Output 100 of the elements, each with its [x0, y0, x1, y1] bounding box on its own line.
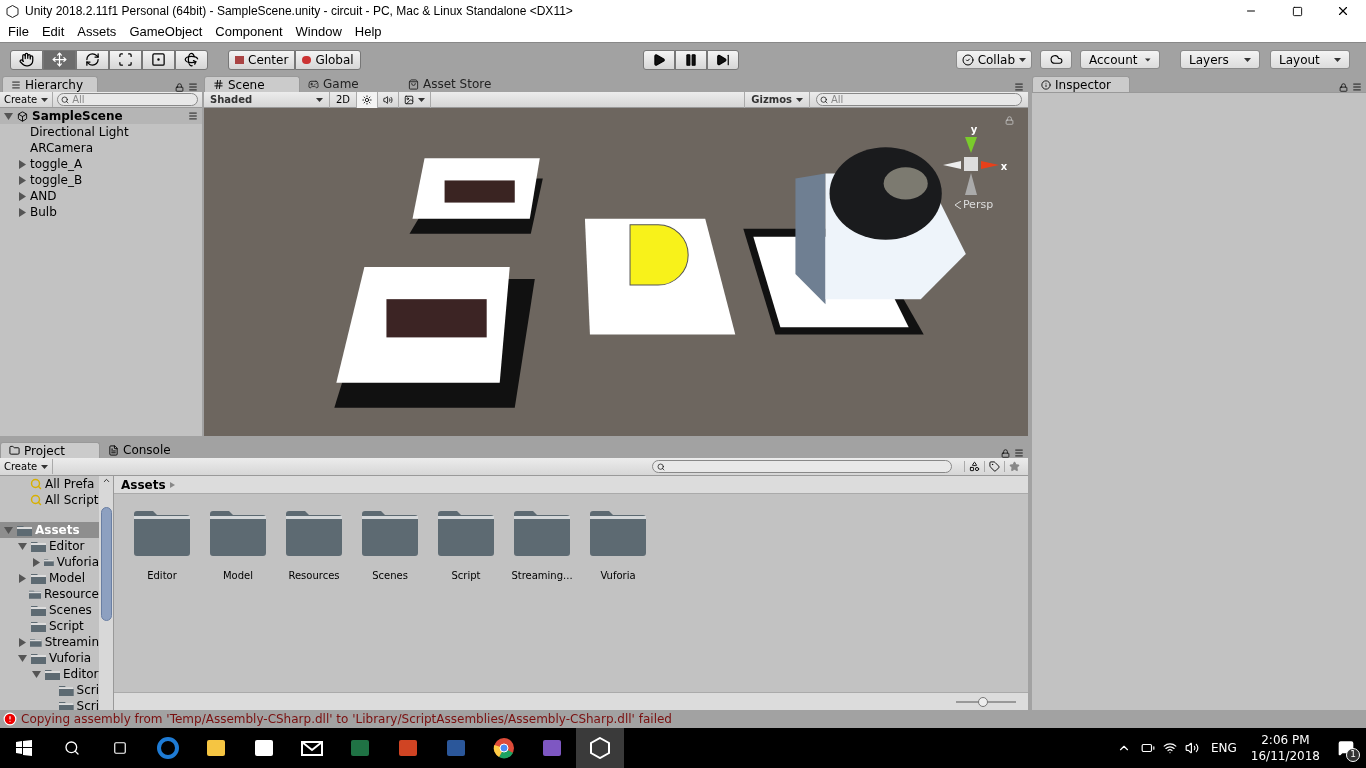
- scene-viewport[interactable]: y x Persp: [204, 108, 1028, 436]
- scale-tool-button[interactable]: [109, 49, 142, 70]
- favorite-item[interactable]: All Prefa: [45, 476, 95, 493]
- clock[interactable]: 2:06 PM 16/11/2018: [1250, 732, 1320, 764]
- panel-tab[interactable]: Project: [0, 442, 100, 458]
- panel-tab[interactable]: Asset Store: [400, 76, 500, 92]
- transform-tool-button[interactable]: [175, 49, 208, 70]
- folder-label[interactable]: Editor: [147, 568, 177, 583]
- cloud-button[interactable]: [1040, 50, 1072, 69]
- folder-label[interactable]: Vuforia: [600, 568, 636, 583]
- scene-menu-icon[interactable]: [188, 111, 198, 121]
- zoom-slider[interactable]: [956, 696, 1016, 707]
- search-field[interactable]: [652, 460, 952, 473]
- volume-icon[interactable]: [1184, 741, 1199, 755]
- folder-label[interactable]: Script: [451, 568, 481, 583]
- create-dropdown[interactable]: Create: [4, 92, 54, 107]
- hierarchy-tab[interactable]: Hierarchy: [2, 76, 98, 92]
- project-tree-item[interactable]: Scri: [0, 682, 99, 698]
- menu-item[interactable]: Edit: [35, 22, 71, 42]
- move-tool-button[interactable]: [43, 49, 76, 70]
- layout-dropdown[interactable]: Layout: [1270, 50, 1350, 69]
- collapsed-arrow-icon[interactable]: [18, 637, 27, 647]
- folder-label[interactable]: Streaming...: [511, 568, 573, 583]
- project-tree-item[interactable]: Vuforia: [0, 650, 99, 666]
- search-field[interactable]: All: [57, 93, 199, 106]
- lighting-toggle[interactable]: [357, 91, 379, 108]
- scroll-up-icon[interactable]: [101, 476, 111, 485]
- hand-tool-button[interactable]: [10, 49, 43, 70]
- lock-icon[interactable]: [1339, 82, 1348, 92]
- folder-icon[interactable]: [590, 510, 646, 556]
- project-tree-item[interactable]: Model: [0, 570, 99, 586]
- inspector-tab[interactable]: Inspector: [1032, 76, 1130, 92]
- expanded-arrow-icon[interactable]: [4, 111, 13, 121]
- input-language[interactable]: ENG: [1210, 739, 1237, 757]
- hierarchy-item[interactable]: Bulb: [30, 203, 57, 221]
- folder-label[interactable]: Model: [223, 568, 253, 583]
- folder-icon[interactable]: [134, 510, 190, 556]
- gizmos-dropdown[interactable]: Gizmos: [744, 91, 810, 108]
- layers-dropdown[interactable]: Layers: [1180, 50, 1260, 69]
- rect-tool-button[interactable]: [142, 49, 175, 70]
- menu-item[interactable]: Help: [348, 22, 388, 42]
- lock-icon[interactable]: [175, 82, 184, 92]
- menu-item[interactable]: Assets: [71, 22, 123, 42]
- status-message[interactable]: Copying assembly from 'Temp/Assembly-CSharp.dll' to 'Library/ScriptAssemblies/Assembly-CSharp.dll' failed: [21, 710, 672, 728]
- lock-icon[interactable]: [1005, 116, 1014, 125]
- projection-label[interactable]: Persp: [962, 197, 994, 214]
- hierarchy-item[interactable]: Directional Light: [30, 123, 129, 141]
- scene-header[interactable]: SampleScene: [0, 108, 202, 124]
- folder-icon[interactable]: [286, 510, 342, 556]
- favorite-item[interactable]: All Script: [45, 491, 99, 509]
- menu-item[interactable]: GameObject: [123, 22, 209, 42]
- space-button[interactable]: Global: [295, 49, 361, 70]
- hierarchy-item[interactable]: ARCamera: [30, 139, 94, 157]
- panel-menu-icon[interactable]: [1014, 82, 1024, 92]
- search-field[interactable]: All: [816, 93, 1022, 106]
- step-button[interactable]: [706, 49, 739, 70]
- project-tree-item[interactable]: Editor: [0, 538, 99, 554]
- project-tree-item[interactable]: Vuforia: [0, 554, 99, 570]
- panel-tab[interactable]: Scene: [204, 76, 300, 92]
- move-icon: [52, 52, 67, 67]
- panel-menu-icon[interactable]: [1014, 448, 1024, 458]
- hierarchy-item[interactable]: toggle_A: [30, 155, 83, 173]
- folder-label[interactable]: Scenes: [372, 568, 408, 583]
- taskbar-app-button[interactable]: [576, 728, 624, 768]
- project-tree-item[interactable]: Script: [0, 618, 99, 634]
- project-tree-item[interactable]: Scenes: [0, 602, 99, 618]
- hierarchy-item[interactable]: toggle_B: [30, 171, 83, 189]
- pivot-button[interactable]: Center: [228, 49, 296, 70]
- folder-label[interactable]: Resources: [288, 568, 340, 583]
- collab-button[interactable]: Collab: [955, 50, 1032, 69]
- folder-icon[interactable]: [210, 510, 266, 556]
- hierarchy-item[interactable]: AND: [30, 187, 57, 205]
- folder-icon[interactable]: [362, 510, 418, 556]
- scrollbar[interactable]: [99, 476, 113, 710]
- create-dropdown[interactable]: Create: [4, 459, 54, 474]
- breadcrumb[interactable]: Assets: [121, 475, 166, 494]
- menu-item[interactable]: Window: [289, 22, 348, 42]
- project-tree-item[interactable]: Streamin: [0, 634, 99, 650]
- panel-tab[interactable]: Console: [100, 442, 200, 458]
- panel-menu-icon[interactable]: [1352, 82, 1362, 92]
- info-icon: [1041, 79, 1051, 90]
- battery-icon[interactable]: [1140, 741, 1155, 755]
- folder-icon[interactable]: [438, 510, 494, 556]
- menu-item[interactable]: File: [2, 22, 35, 42]
- panel-menu-icon[interactable]: [188, 82, 198, 92]
- project-tree-item[interactable]: Resource: [0, 586, 99, 602]
- slider-thumb[interactable]: [978, 696, 988, 707]
- account-dropdown[interactable]: Account: [1080, 50, 1160, 69]
- wifi-icon[interactable]: [1162, 741, 1177, 755]
- shading-dropdown[interactable]: Shaded: [204, 91, 330, 108]
- menu-item[interactable]: Component: [209, 22, 289, 42]
- project-tree-item[interactable]: Editor: [0, 666, 99, 682]
- panel-tab[interactable]: Game: [300, 76, 400, 92]
- rotate-tool-button[interactable]: [76, 49, 109, 70]
- folder-icon: [31, 540, 46, 552]
- play-button[interactable]: [642, 49, 675, 70]
- scrollbar-thumb[interactable]: [100, 507, 112, 621]
- folder-icon[interactable]: [514, 510, 570, 556]
- lock-icon[interactable]: [1001, 448, 1010, 458]
- pause-button[interactable]: [674, 49, 707, 70]
